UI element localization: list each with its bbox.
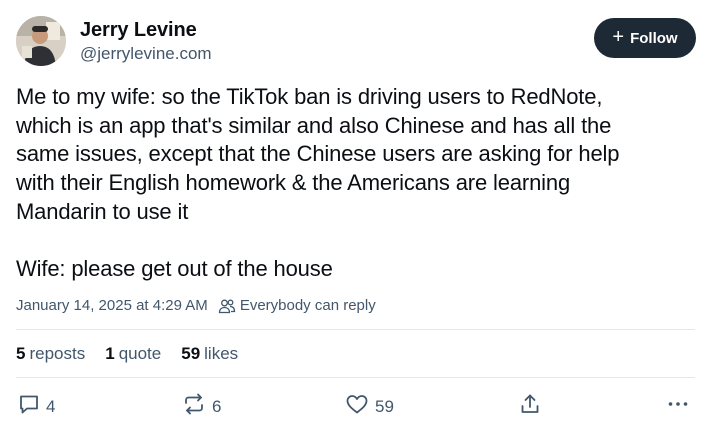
reply-count: 4 — [46, 396, 56, 416]
avatar[interactable] — [16, 16, 66, 66]
likes-stat[interactable]: 59 likes — [181, 343, 238, 365]
people-icon — [218, 298, 236, 314]
follow-button-label: Follow — [630, 29, 678, 47]
quotes-stat[interactable]: 1 quote — [105, 343, 161, 365]
likes-count: 59 — [181, 344, 201, 363]
more-horizontal-icon — [667, 393, 689, 420]
action-bar: 4 6 59 — [16, 393, 696, 419]
quotes-label: quote — [118, 344, 162, 363]
like-button[interactable]: 59 — [345, 393, 394, 420]
comment-icon — [18, 393, 40, 420]
reply-setting[interactable]: Everybody can reply — [240, 296, 376, 316]
avatar-image — [16, 16, 66, 66]
like-count: 59 — [375, 396, 394, 416]
divider — [16, 329, 695, 330]
repost-icon — [182, 393, 206, 420]
reposts-count: 5 — [16, 344, 26, 363]
repost-button[interactable]: 6 — [182, 393, 221, 420]
author-handle[interactable]: @jerrylevine.com — [80, 43, 212, 65]
author-info: Jerry Levine @jerrylevine.com — [80, 17, 212, 65]
post-header: Jerry Levine @jerrylevine.com + Follow — [16, 16, 696, 68]
quotes-count: 1 — [105, 344, 115, 363]
post-card: Jerry Levine @jerrylevine.com + Follow M… — [0, 0, 709, 431]
divider — [16, 377, 695, 378]
share-icon — [519, 393, 541, 420]
plus-icon: + — [612, 26, 625, 48]
share-button[interactable] — [519, 393, 541, 420]
reposts-stat[interactable]: 5 reposts — [16, 343, 85, 365]
post-timestamp[interactable]: January 14, 2025 at 4:29 AM — [16, 296, 208, 316]
heart-icon — [345, 393, 369, 420]
more-options-button[interactable] — [667, 393, 689, 420]
post-meta: January 14, 2025 at 4:29 AM Everybody ca… — [16, 296, 376, 316]
reposts-label: reposts — [29, 344, 86, 363]
post-text: Me to my wife: so the TikTok ban is driv… — [16, 84, 620, 282]
reply-button[interactable]: 4 — [18, 393, 55, 420]
repost-count: 6 — [212, 396, 222, 416]
likes-label: likes — [204, 344, 239, 363]
engagement-stats: 5 reposts 1 quote 59 likes — [16, 343, 258, 365]
follow-button[interactable]: + Follow — [594, 18, 696, 58]
author-display-name[interactable]: Jerry Levine — [80, 17, 212, 43]
